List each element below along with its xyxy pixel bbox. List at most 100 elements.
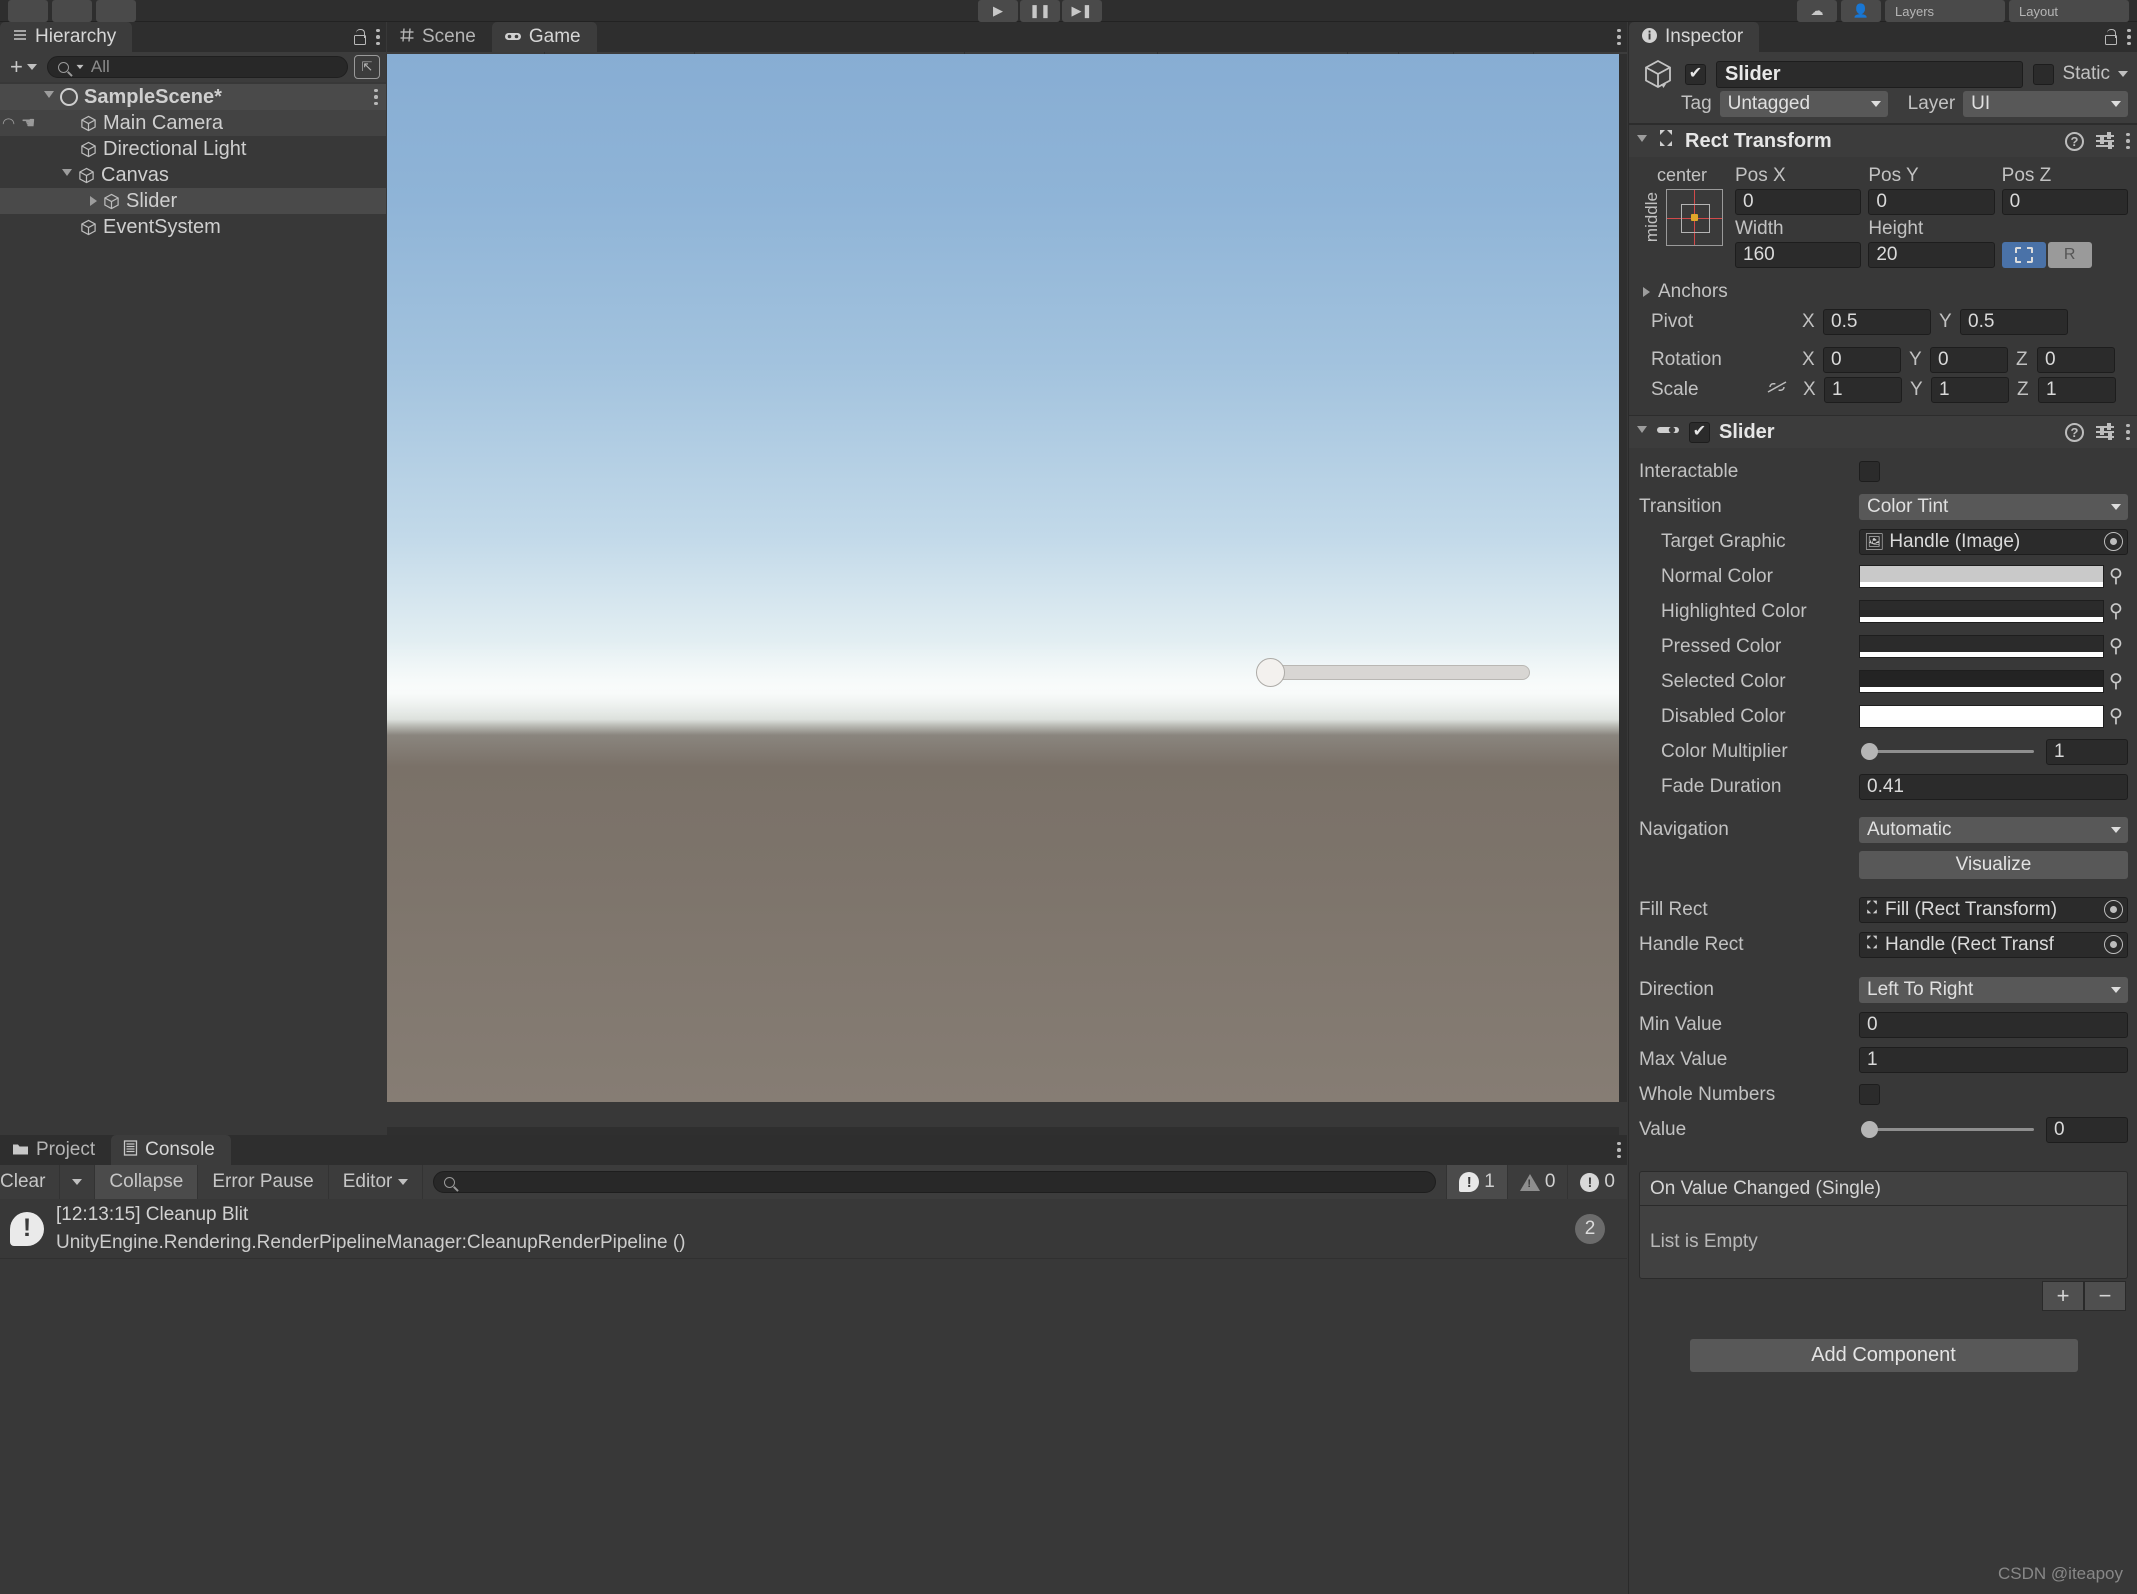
eyedropper-icon[interactable]: ⚲ <box>2104 670 2128 693</box>
blueprint-mode-toggle[interactable] <box>2001 242 2046 268</box>
anchors-foldout[interactable]: Anchors <box>1639 277 2128 307</box>
rotation-z-input[interactable]: 0 <box>2037 347 2115 373</box>
account-icon[interactable]: 👤 <box>1841 0 1881 22</box>
error-pause-button[interactable]: Error Pause <box>198 1165 329 1199</box>
rotation-x-input[interactable]: 0 <box>1823 347 1901 373</box>
lock-icon[interactable] <box>2103 29 2117 45</box>
collapse-button[interactable]: Collapse <box>95 1165 199 1199</box>
gameobject-name-input[interactable]: Slider <box>1716 60 2024 88</box>
chevron-down-icon[interactable] <box>44 91 54 103</box>
normal-color-field[interactable] <box>1859 565 2104 588</box>
hierarchy-item-eventsystem[interactable]: EventSystem <box>0 214 386 240</box>
console-menu-icon[interactable] <box>1617 1141 1621 1159</box>
inspector-menu-icon[interactable] <box>2127 28 2131 46</box>
static-checkbox[interactable] <box>2033 63 2055 85</box>
width-input[interactable]: 160 <box>1735 242 1862 268</box>
chevron-down-icon[interactable] <box>2118 71 2128 77</box>
layers-dropdown[interactable]: Layers <box>1885 0 2005 22</box>
tab-inspector[interactable]: Inspector <box>1629 22 1760 52</box>
scale-x-input[interactable]: 1 <box>1824 377 1902 403</box>
eye-icon[interactable]: ◠ <box>2 114 15 132</box>
ingame-slider[interactable] <box>1256 658 1530 687</box>
anchor-preset-button[interactable] <box>1665 189 1723 246</box>
rotate-tool-button[interactable] <box>96 0 136 22</box>
eyedropper-icon[interactable]: ⚲ <box>2104 635 2128 658</box>
ingame-slider-handle[interactable] <box>1256 658 1285 687</box>
preset-icon[interactable] <box>2096 132 2114 149</box>
tab-hierarchy[interactable]: Hierarchy <box>0 22 133 52</box>
eyedropper-icon[interactable]: ⚲ <box>2104 600 2128 623</box>
gameview-vertical-scrollbar[interactable] <box>1619 54 1627 1102</box>
object-picker-icon[interactable] <box>2104 900 2123 919</box>
chevron-right-icon[interactable] <box>1643 287 1650 297</box>
clear-button[interactable]: Clear <box>0 1165 61 1199</box>
min-value-input[interactable]: 0 <box>1859 1011 2128 1038</box>
tab-scene[interactable]: Scene <box>387 22 492 52</box>
console-log-entry[interactable]: ! [12:13:15] Cleanup Blit UnityEngine.Re… <box>0 1199 1627 1259</box>
clear-dropdown-button[interactable] <box>60 1165 96 1199</box>
constrain-proportions-icon[interactable] <box>1765 379 1795 401</box>
layer-dropdown[interactable]: UI <box>1963 90 2128 117</box>
direction-dropdown[interactable]: Left To Right <box>1859 976 2128 1003</box>
component-menu-icon[interactable] <box>2126 132 2130 150</box>
tab-project[interactable]: Project <box>0 1135 112 1165</box>
hierarchy-sort-button[interactable]: ⇱ <box>354 55 380 79</box>
lock-icon[interactable] <box>352 29 366 45</box>
slider-knob[interactable] <box>1861 1121 1878 1138</box>
warning-count[interactable]: 0 <box>1506 1165 1568 1199</box>
hierarchy-item-directional-light[interactable]: Directional Light <box>0 136 386 162</box>
max-value-input[interactable]: 1 <box>1859 1046 2128 1073</box>
color-multiplier-slider[interactable] <box>1859 739 2042 765</box>
height-input[interactable]: 20 <box>1868 242 1995 268</box>
navigation-dropdown[interactable]: Automatic <box>1859 816 2128 843</box>
editor-dropdown-button[interactable]: Editor <box>329 1165 424 1199</box>
rect-transform-header[interactable]: Rect Transform ? <box>1629 125 2137 157</box>
pause-button[interactable]: ❚❚ <box>1020 0 1060 22</box>
game-render-canvas[interactable] <box>387 54 1619 1102</box>
hierarchy-item-canvas[interactable]: Canvas <box>0 162 386 188</box>
highlighted-color-field[interactable] <box>1859 600 2104 623</box>
fill-rect-objectfield[interactable]: Fill (Rect Transform) <box>1859 896 2128 923</box>
pos-x-input[interactable]: 0 <box>1735 189 1862 215</box>
chevron-down-icon[interactable] <box>1637 426 1647 438</box>
value-input[interactable]: 0 <box>2046 1116 2128 1143</box>
slider-knob[interactable] <box>1861 743 1878 760</box>
help-icon[interactable]: ? <box>2065 131 2084 151</box>
play-button[interactable]: ▶ <box>978 0 1018 22</box>
create-object-button[interactable]: + <box>6 54 41 80</box>
gameobject-enabled-checkbox[interactable] <box>1685 63 1706 85</box>
hierarchy-item-samplescene[interactable]: SampleScene* <box>0 84 386 110</box>
chevron-down-icon[interactable] <box>1637 135 1647 147</box>
tab-game[interactable]: Game <box>491 22 597 52</box>
chevron-down-icon[interactable] <box>62 169 72 181</box>
gameview-horizontal-scrollbar[interactable] <box>387 1127 1619 1135</box>
error-count[interactable]: ! 1 <box>1446 1165 1507 1199</box>
value-slider[interactable] <box>1859 1117 2042 1143</box>
console-search-input[interactable] <box>433 1171 1437 1193</box>
visibility-toggles[interactable]: ◠ ☚ <box>2 113 35 133</box>
raw-edit-toggle[interactable]: R <box>2047 242 2092 268</box>
tab-console[interactable]: Console <box>111 1135 231 1165</box>
fade-duration-input[interactable]: 0.41 <box>1859 773 2128 800</box>
target-graphic-objectfield[interactable]: 🖼 Handle (Image) <box>1859 528 2128 555</box>
color-multiplier-input[interactable]: 1 <box>2046 738 2128 765</box>
whole-numbers-checkbox[interactable] <box>1859 1084 1880 1105</box>
add-component-button[interactable]: Add Component <box>1689 1339 2078 1372</box>
rotation-y-input[interactable]: 0 <box>1930 347 2008 373</box>
scale-z-input[interactable]: 1 <box>2038 377 2116 403</box>
eyedropper-icon[interactable]: ⚲ <box>2104 565 2128 588</box>
eyedropper-icon[interactable]: ⚲ <box>2104 705 2128 728</box>
tag-dropdown[interactable]: Untagged <box>1719 90 1888 117</box>
slider-enabled-checkbox[interactable] <box>1689 421 1710 443</box>
hierarchy-search-input[interactable]: All <box>46 56 348 78</box>
cloud-icon[interactable]: ☁ <box>1797 0 1837 22</box>
remove-listener-button[interactable]: − <box>2084 1281 2126 1311</box>
hand-tool-button[interactable] <box>8 0 48 22</box>
chevron-right-icon[interactable] <box>90 196 97 206</box>
interactable-checkbox[interactable] <box>1859 461 1880 482</box>
disabled-color-field[interactable] <box>1859 705 2104 728</box>
visualize-button[interactable]: Visualize <box>1859 850 2128 879</box>
transition-dropdown[interactable]: Color Tint <box>1859 493 2128 520</box>
pivot-y-input[interactable]: 0.5 <box>1960 309 2068 335</box>
object-picker-icon[interactable] <box>2104 532 2123 551</box>
